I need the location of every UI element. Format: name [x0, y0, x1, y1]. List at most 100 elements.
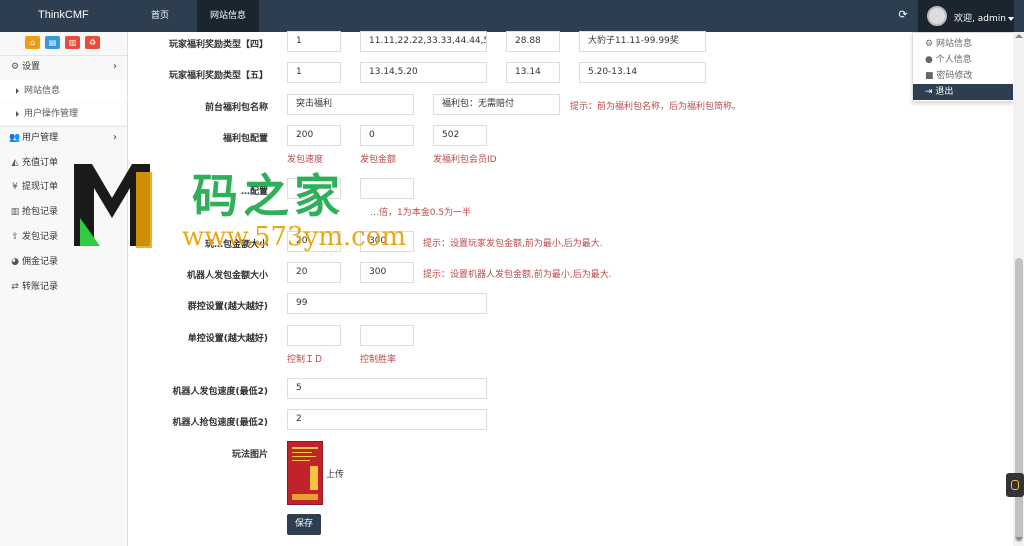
thumb-block [292, 494, 318, 500]
user-welcome[interactable]: 欢迎, admin [954, 11, 1014, 24]
sidebar-label: 充值订单 [22, 158, 59, 168]
robot-send-speed-label: 机器人发包速度(最低2) [172, 387, 269, 397]
sidebar-item-settings[interactable]: ⚙ 设置 › [0, 56, 127, 78]
watermark-logo-orange-accent [136, 172, 152, 248]
front-short-input[interactable]: 福利包：无需赔付 [433, 94, 560, 115]
thumb-line [292, 452, 312, 453]
sidebar-item-site-info[interactable]: 网站信息 [0, 80, 127, 102]
control-rate-input[interactable] [360, 325, 414, 346]
menu-label: 退出 [935, 87, 954, 97]
sidebar-label: 设置 [22, 62, 41, 72]
row4-input-1[interactable]: 1 [287, 31, 341, 52]
caret-right-icon [16, 87, 19, 94]
nav-home[interactable]: 首页 [135, 0, 185, 32]
sidebar-item-commission[interactable]: ◕ 佣金记录 [0, 251, 127, 273]
row4-input-2[interactable]: 11.11,22.22,33.33,44.44,55. [360, 31, 487, 52]
menu-label: 个人信息 [935, 55, 972, 65]
chevron-right-icon: › [113, 132, 117, 143]
scroll-up-arrow-icon[interactable] [1015, 34, 1023, 38]
home-shortcut-icon[interactable]: ⌂ [25, 36, 40, 49]
chevron-right-icon: › [113, 61, 117, 72]
payout-input-2[interactable] [360, 178, 414, 199]
sidebar-item-transfer[interactable]: ⇄ 转账记录 [0, 276, 127, 298]
robot-grab-speed-label: 机器人抢包速度(最低2) [172, 418, 269, 428]
robot-amount-min-input[interactable]: 20 [287, 262, 341, 283]
menu-item-logout[interactable]: ⇥ 退出 [913, 84, 1013, 100]
tool-icon [1011, 480, 1019, 490]
brand-logo[interactable]: ThinkCMF [38, 9, 89, 21]
watermark-logo [74, 164, 152, 248]
player-amount-hint: 提示：设置玩家发包金额,前为最小,后为最大. [423, 239, 603, 249]
user-dropdown-menu: ⚙ 网站信息 ● 个人信息 ■ 密码修改 ⇥ 退出 [912, 32, 1014, 102]
front-name-label: 前台福利包名称 [204, 103, 268, 113]
front-name-input[interactable]: 突击福利 [287, 94, 414, 115]
robot-send-speed-input[interactable]: 5 [287, 378, 487, 399]
sidebar-label: 佣金记录 [22, 257, 59, 267]
packet-amount-input[interactable]: 0 [360, 125, 414, 146]
floating-tool-button[interactable] [1006, 473, 1024, 497]
upload-link[interactable]: 上传 [326, 467, 344, 480]
packet-member-input[interactable]: 502 [433, 125, 487, 146]
user-icon: ● [925, 55, 936, 65]
group-control-input[interactable]: 99 [287, 293, 487, 314]
nav-site-info[interactable]: 网站信息 [197, 0, 259, 32]
avatar[interactable] [927, 6, 947, 26]
game-image-label: 玩法图片 [231, 450, 268, 460]
control-id-caption: 控制ＩＤ [287, 355, 324, 365]
upload-icon: ⇧ [11, 232, 19, 242]
packet-member-caption: 发福利包会员ID [433, 155, 497, 165]
menu-item-profile[interactable]: ● 个人信息 [913, 52, 1013, 68]
row4-input-3[interactable]: 28.88 [506, 31, 560, 52]
sidebar-label: 网站信息 [24, 86, 61, 96]
front-name-hint: 提示：前为福利包名称，后为福利包简称。 [570, 102, 742, 112]
robot-amount-label: 机器人发包金额大小 [186, 271, 268, 281]
save-button[interactable]: 保存 [287, 514, 321, 535]
packet-config-label: 福利包配置 [222, 134, 268, 144]
welcome-text: 欢迎, admin [954, 14, 1006, 24]
single-control-label: 单控设置(越大越好) [187, 334, 268, 344]
packet-amount-caption: 发包金额 [360, 155, 397, 165]
thumb-line [292, 447, 318, 449]
group-control-label: 群控设置(越大越好) [187, 302, 268, 312]
row4-input-4[interactable]: 大豹子11.11-99.99奖 [579, 31, 706, 52]
row5-label: 玩家福利奖励类型【五】 [168, 71, 268, 81]
sidebar-label: 抢包记录 [22, 207, 59, 217]
packet-speed-input[interactable]: 200 [287, 125, 341, 146]
scrollbar-thumb[interactable] [1015, 258, 1023, 542]
row5-input-3[interactable]: 13.14 [506, 62, 560, 83]
row5-input-4[interactable]: 5.20-13.14 [579, 62, 706, 83]
watermark-url: www.573ym.com [182, 222, 407, 252]
sidebar-label: 用户操作管理 [24, 109, 79, 119]
top-navbar: ThinkCMF 首页 网站信息 ⟳ 欢迎, admin [0, 0, 1024, 32]
sidebar-label: 转账记录 [22, 282, 59, 292]
caret-right-icon [16, 110, 19, 117]
exchange-icon: ⇄ [11, 282, 19, 292]
pie-chart-icon: ◕ [11, 257, 19, 267]
cogs-icon: ⚙ [10, 62, 20, 72]
file-shortcut-icon[interactable]: ▤ [45, 36, 60, 49]
payout-caption: …倍，1为本金0.5为一半 [370, 208, 472, 218]
thumb-block [310, 466, 318, 490]
row5-input-1[interactable]: 1 [287, 62, 341, 83]
scroll-down-arrow-icon[interactable] [1015, 537, 1023, 541]
sidebar-item-users[interactable]: 👥用户管理 › [0, 127, 127, 149]
row4-label: 玩家福利奖励类型【四】 [168, 40, 268, 50]
row5-input-2[interactable]: 13.14,5.20 [360, 62, 487, 83]
recycle-shortcut-icon[interactable]: ♻ [85, 36, 100, 49]
thumb-line [292, 456, 316, 457]
menu-label: 网站信息 [935, 39, 972, 49]
robot-grab-speed-input[interactable]: 2 [287, 409, 487, 430]
menu-item-site-info[interactable]: ⚙ 网站信息 [913, 36, 1013, 52]
sidebar-item-user-ops[interactable]: 用户操作管理 [0, 103, 127, 125]
control-id-input[interactable] [287, 325, 341, 346]
sidebar-label: 提现订单 [22, 182, 59, 192]
game-image-thumbnail[interactable] [287, 441, 323, 505]
yen-icon: ¥ [12, 182, 18, 192]
trash-shortcut-icon[interactable]: ▥ [65, 36, 80, 49]
sidebar-label: 发包记录 [22, 232, 59, 242]
robot-amount-max-input[interactable]: 300 [360, 262, 414, 283]
robot-amount-hint: 提示：设置机器人发包金额,前为最小,后为最大. [423, 270, 612, 280]
menu-item-password[interactable]: ■ 密码修改 [913, 68, 1013, 84]
control-rate-caption: 控制胜率 [360, 355, 397, 365]
refresh-icon[interactable]: ⟳ [897, 9, 909, 21]
